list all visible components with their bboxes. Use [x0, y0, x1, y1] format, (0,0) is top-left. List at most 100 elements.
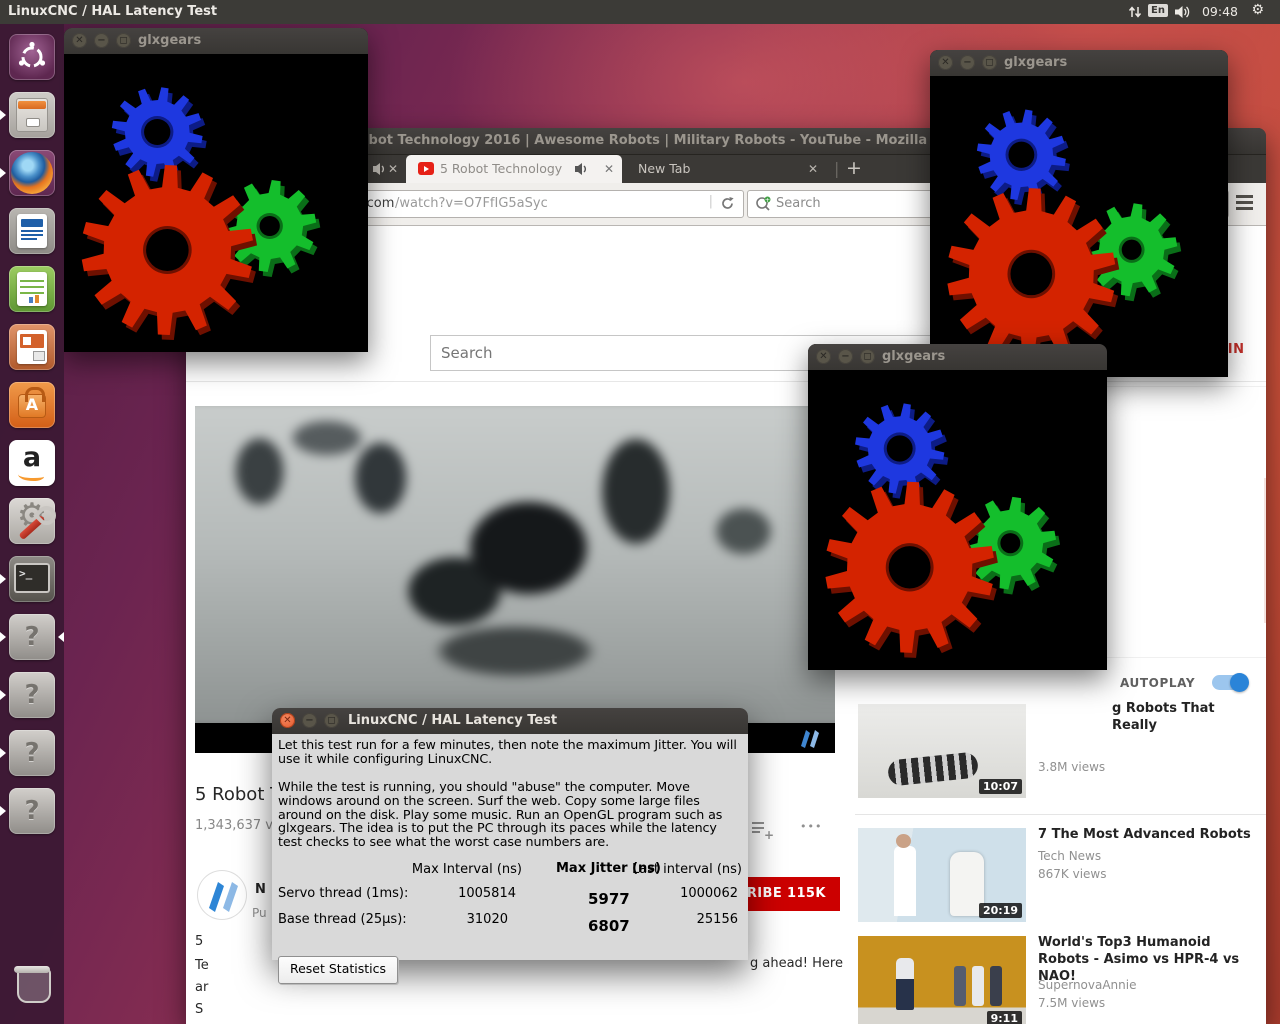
dialog-instructions: While the test is running, you should "a… — [278, 779, 723, 850]
video-thumbnail: 10:07 — [858, 704, 1026, 798]
launcher-item-unknown-window-4[interactable]: ? — [0, 787, 56, 835]
maximize-button[interactable]: ◻ — [116, 33, 131, 48]
tab-close-icon[interactable]: ✕ — [808, 162, 818, 176]
unknown-app-icon: ? — [9, 730, 55, 776]
launcher-item-file-manager[interactable] — [0, 91, 56, 139]
description-line: S — [195, 1002, 204, 1017]
launcher-item-unknown-window-2[interactable]: ? — [0, 671, 56, 719]
tab-active[interactable]: 5 Robot Technology ✕ — [406, 155, 622, 183]
launcher-item-unknown-window-3[interactable]: ? — [0, 729, 56, 777]
network-indicator-icon[interactable] — [1128, 5, 1142, 19]
firefox-icon — [9, 150, 55, 196]
reset-statistics-button[interactable]: Reset Statistics — [278, 956, 398, 984]
base-max-interval: 31020 — [466, 912, 508, 927]
launcher-item-software-center[interactable]: A — [8, 381, 56, 429]
base-max-jitter: 6807 — [588, 917, 630, 935]
menu-icon[interactable] — [1236, 195, 1253, 210]
close-button[interactable]: ✕ — [72, 33, 87, 48]
video-duration: 10:07 — [978, 779, 1022, 794]
video-title: g Robots That Really — [1112, 701, 1215, 733]
launcher-item-libreoffice-impress[interactable] — [8, 323, 56, 371]
launcher-item-terminal[interactable]: >_ — [0, 555, 56, 603]
launcher-item-trash[interactable] — [8, 960, 56, 1008]
minimize-button[interactable]: − — [960, 55, 975, 70]
top-panel: LinuxCNC / HAL Latency Test En 09:48 ⚙ — [0, 0, 1280, 24]
row-label: Servo thread (1ms): — [278, 886, 409, 901]
youtube-search-placeholder: Search — [441, 344, 493, 362]
video-title: 7 The Most Advanced Robots — [1038, 827, 1251, 842]
glxgears-titlebar[interactable]: ✕ − ◻ glxgears — [808, 344, 1107, 371]
glxgears-titlebar[interactable]: ✕ − ◻ glxgears — [64, 28, 368, 55]
minimize-button[interactable]: − — [302, 713, 317, 728]
close-button[interactable]: ✕ — [938, 55, 953, 70]
video-player[interactable] — [195, 406, 835, 753]
clock[interactable]: 09:48 — [1202, 4, 1238, 19]
launcher-item-system-settings[interactable]: ⚙ — [8, 496, 60, 545]
browser-search-placeholder: Search — [776, 196, 821, 211]
unknown-app-icon: ? — [9, 614, 55, 660]
minimize-button[interactable]: − — [838, 349, 853, 364]
tab-new-tab[interactable]: New Tab ✕ — [622, 155, 826, 183]
channel-avatar[interactable] — [197, 870, 247, 920]
new-tab-button[interactable]: + — [846, 157, 862, 179]
dialog-titlebar[interactable]: ✕ − ◻ LinuxCNC / HAL Latency Test — [272, 708, 748, 735]
column-header-max-interval: Max Interval (ns) — [411, 862, 522, 877]
launcher-item-dash-home[interactable] — [8, 33, 56, 81]
ad-product-panel — [1264, 478, 1266, 623]
servo-max-jitter: 5977 — [588, 890, 630, 908]
robot-art — [990, 966, 1002, 1006]
tab-close-icon[interactable]: ✕ — [388, 162, 398, 176]
related-video-item[interactable]: 10:07 g Robots That Really 3.8M views — [858, 701, 1266, 814]
keyboard-layout-indicator[interactable]: En — [1148, 4, 1168, 17]
glxgears-canvas — [808, 370, 1107, 670]
calc-icon — [9, 266, 55, 312]
unknown-app-icon: ? — [9, 788, 55, 834]
glxgears-window-3: ✕ − ◻ glxgears — [808, 344, 1107, 670]
autoplay-toggle[interactable] — [1212, 673, 1249, 692]
dialog-instructions: Let this test run for a few minutes, the… — [278, 737, 737, 766]
maximize-button[interactable]: ◻ — [860, 349, 875, 364]
launcher-item-amazon[interactable]: a — [8, 439, 56, 487]
dialog-title: LinuxCNC / HAL Latency Test — [348, 713, 558, 728]
dash-home-icon — [9, 34, 55, 80]
launcher-item-firefox[interactable] — [0, 149, 56, 197]
maximize-button[interactable]: ◻ — [982, 55, 997, 70]
add-to-playlist-icon[interactable]: + — [752, 822, 774, 842]
search-plus-icon: + — [756, 196, 771, 211]
tab-active-label: 5 Robot Technology — [440, 161, 563, 176]
glxgears-canvas — [64, 54, 368, 352]
maximize-button[interactable]: ◻ — [324, 713, 339, 728]
servo-max-interval: 1005814 — [458, 886, 516, 901]
video-thumbnail: 9:11 — [858, 936, 1026, 1024]
latency-test-dialog: ✕ − ◻ LinuxCNC / HAL Latency Test Let th… — [272, 708, 748, 984]
launcher-item-unknown-window-1[interactable]: ? — [0, 613, 64, 661]
glxgears-window-2: ✕ − ◻ glxgears — [930, 50, 1228, 377]
glxgears-title: glxgears — [1004, 55, 1068, 70]
url-bar-divider: | — [708, 194, 713, 209]
writer-icon — [9, 208, 55, 254]
session-gear-icon[interactable]: ⚙ — [1251, 2, 1264, 18]
close-button[interactable]: ✕ — [280, 713, 295, 728]
description-line: 5 — [195, 934, 204, 949]
tab-audio-icon[interactable] — [574, 162, 590, 176]
related-video-item[interactable]: 9:11 World's Top3 Humanoid Robots - Asim… — [858, 934, 1266, 1024]
minimize-button[interactable]: − — [94, 33, 109, 48]
dialog-body: Let this test run for a few minutes, the… — [272, 734, 748, 984]
video-duration: 20:19 — [978, 903, 1022, 918]
reload-icon[interactable] — [720, 196, 735, 211]
related-video-item[interactable]: 20:19 7 The Most Advanced Robots Tech Ne… — [858, 826, 1266, 932]
launcher-item-libreoffice-calc[interactable] — [8, 265, 56, 313]
tab-close-icon[interactable]: ✕ — [604, 162, 614, 176]
close-button[interactable]: ✕ — [816, 349, 831, 364]
tab-audio-icon[interactable] — [372, 162, 388, 176]
volume-indicator-icon[interactable] — [1174, 5, 1192, 19]
tab-label: New Tab — [638, 161, 691, 176]
more-actions-icon[interactable]: ••• — [800, 820, 822, 833]
robot-art — [954, 966, 966, 1006]
system-settings-icon: ⚙ — [9, 496, 60, 544]
glxgears-titlebar[interactable]: ✕ − ◻ glxgears — [930, 50, 1228, 77]
launcher-item-libreoffice-writer[interactable] — [8, 207, 56, 255]
channel-name[interactable]: N — [255, 882, 266, 897]
video-views: 3.8M views — [1038, 760, 1106, 774]
amazon-icon: a — [9, 440, 55, 486]
